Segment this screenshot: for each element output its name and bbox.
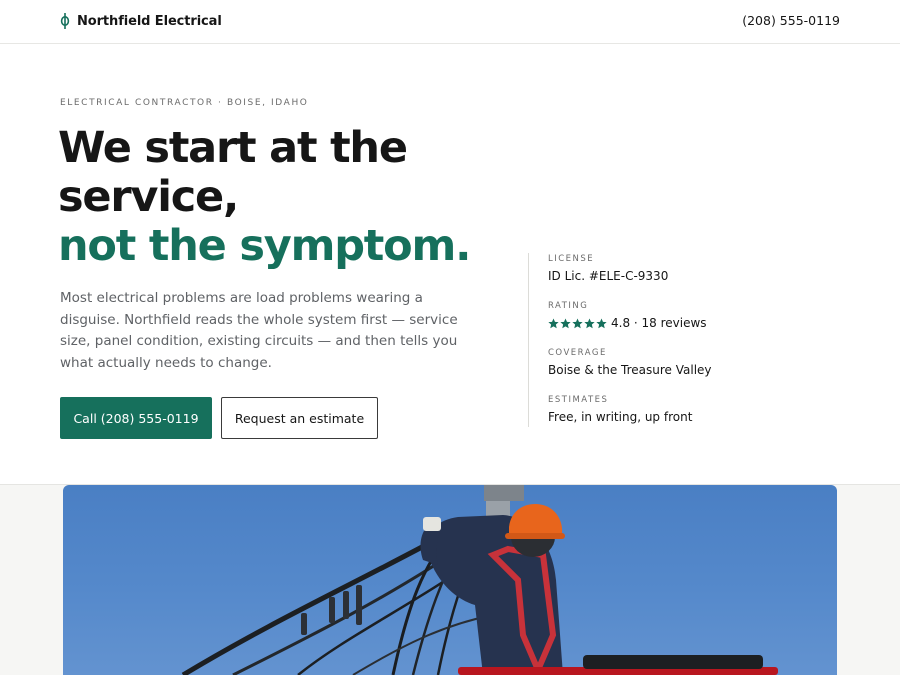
phi-bolt-icon: [60, 13, 70, 29]
header-phone-link[interactable]: (208) 555-0119: [742, 13, 840, 28]
fact-label: RATING: [548, 301, 589, 311]
rating-stars: [548, 317, 607, 329]
headline-line-1: We start at the: [58, 123, 408, 173]
fact-license: LICENSE ID Lic. #ELE-C-9330: [548, 254, 788, 300]
star-icon: [560, 317, 571, 328]
star-icon: [548, 317, 559, 328]
star-icon: [596, 317, 607, 328]
star-icon: [572, 317, 583, 328]
headline-accent: not the symptom.: [58, 221, 471, 271]
rating-row: 4.8 · 18 reviews: [548, 316, 788, 330]
facts-panel: LICENSE ID Lic. #ELE-C-9330 RATING 4.8 ·…: [528, 253, 788, 427]
hero-headline: We start at the service, not the symptom…: [58, 124, 518, 271]
request-estimate-button[interactable]: Request an estimate: [221, 397, 378, 439]
site-header: Northfield Electrical (208) 555-0119: [0, 0, 900, 44]
fact-label: COVERAGE: [548, 348, 607, 358]
fact-value: ID Lic. #ELE-C-9330: [548, 269, 669, 283]
headline-line-2: service,: [58, 172, 239, 222]
brand-name: Northfield Electrical: [77, 13, 222, 29]
fact-coverage: COVERAGE Boise & the Treasure Valley: [548, 348, 788, 394]
hero-eyebrow: ELECTRICAL CONTRACTOR · BOISE, IDAHO: [60, 98, 309, 108]
fact-label: ESTIMATES: [548, 395, 609, 405]
lineworker-on-utility-pole-photo: [63, 485, 837, 675]
fact-value: Free, in writing, up front: [548, 410, 693, 424]
brand-link[interactable]: Northfield Electrical: [60, 12, 222, 30]
rating-value: 4.8 · 18 reviews: [611, 316, 707, 330]
call-button[interactable]: Call (208) 555-0119: [60, 397, 212, 439]
fact-rating: RATING 4.8 · 18 reviews: [548, 301, 788, 347]
star-icon: [584, 317, 595, 328]
fact-estimates: ESTIMATES Free, in writing, up front: [548, 395, 788, 441]
hero-lede: Most electrical problems are load proble…: [60, 290, 458, 371]
fact-label: LICENSE: [548, 254, 595, 264]
fact-value: Boise & the Treasure Valley: [548, 363, 712, 377]
